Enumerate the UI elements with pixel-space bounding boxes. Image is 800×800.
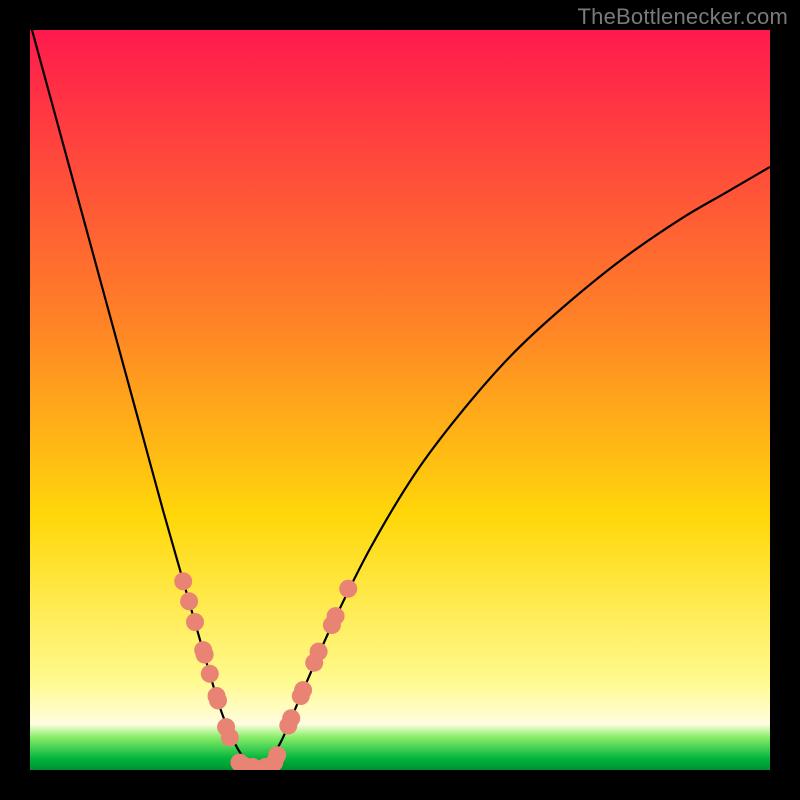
chart-svg (30, 30, 770, 770)
watermark-text: TheBottlenecker.com (578, 4, 788, 30)
chart-frame: TheBottlenecker.com (0, 0, 800, 800)
data-point (339, 580, 357, 598)
plot-area (30, 30, 770, 770)
data-point (327, 607, 345, 625)
data-point (310, 643, 328, 661)
data-point (201, 665, 219, 683)
data-point (294, 681, 312, 699)
data-point (174, 572, 192, 590)
bottleneck-curve (30, 30, 770, 767)
data-point (282, 709, 300, 727)
data-point (180, 592, 198, 610)
data-point (221, 728, 239, 746)
data-point (186, 613, 204, 631)
data-points (174, 572, 357, 770)
data-point (209, 691, 227, 709)
data-point (268, 746, 286, 764)
data-point (196, 646, 214, 664)
